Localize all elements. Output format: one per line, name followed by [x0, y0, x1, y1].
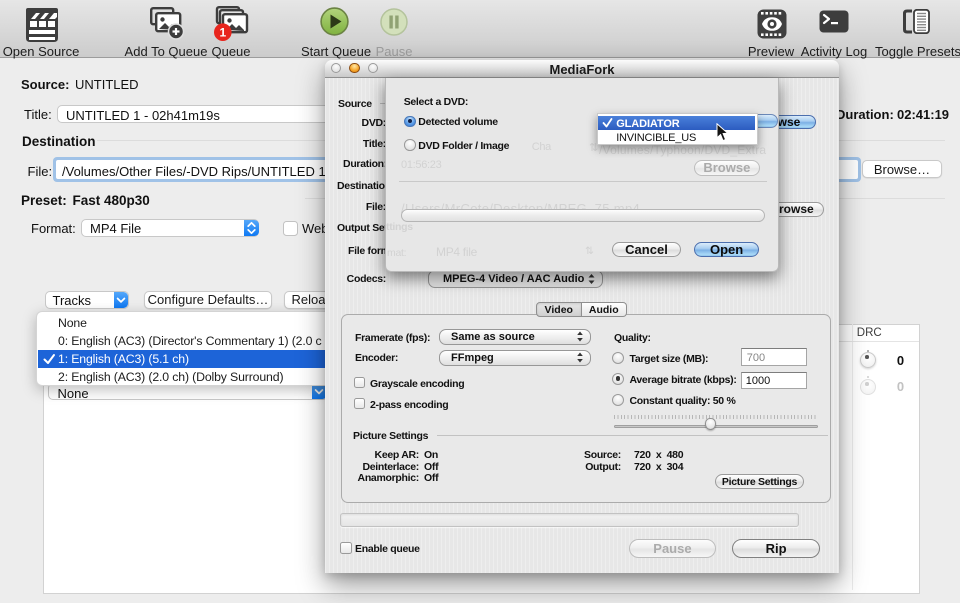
svg-text:1: 1	[219, 25, 226, 39]
